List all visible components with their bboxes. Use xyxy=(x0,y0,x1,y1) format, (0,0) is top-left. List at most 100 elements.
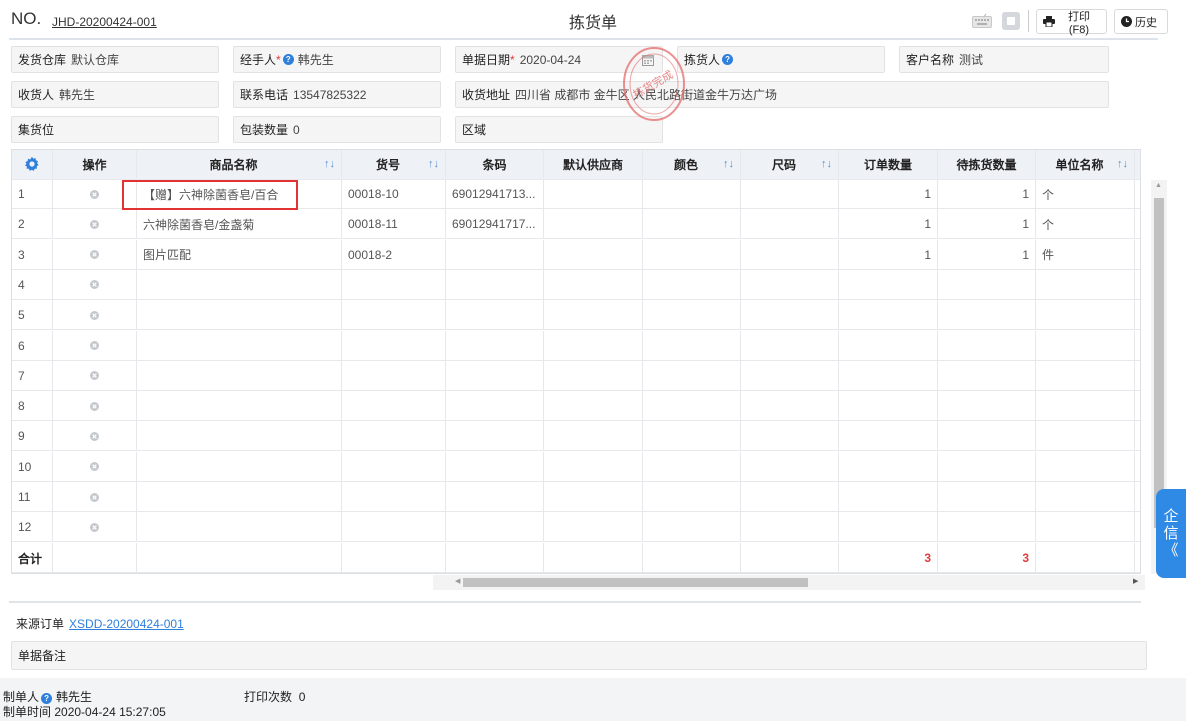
warehouse-field[interactable]: 发货仓库 默认仓库 xyxy=(11,46,219,73)
cell-color[interactable] xyxy=(643,391,741,422)
cell-pick-qty[interactable] xyxy=(938,391,1036,422)
cell-unit[interactable] xyxy=(1036,451,1135,482)
cell-barcode[interactable] xyxy=(446,360,544,391)
delete-row-icon[interactable] xyxy=(90,189,99,199)
table-row[interactable]: 6 xyxy=(12,330,1140,361)
cell-color[interactable] xyxy=(643,482,741,512)
cell-pick-qty[interactable]: 1 xyxy=(938,179,1036,209)
side-chat-widget[interactable]: 企 信 《 xyxy=(1156,489,1186,578)
cell-pick-qty[interactable] xyxy=(938,512,1036,543)
cell-unit[interactable] xyxy=(1036,512,1135,543)
delete-row-icon[interactable] xyxy=(90,431,99,441)
cell-name[interactable] xyxy=(137,300,342,331)
history-button[interactable]: 历史 xyxy=(1114,9,1168,34)
delete-row-icon[interactable] xyxy=(90,401,99,411)
cell-color[interactable] xyxy=(643,330,741,361)
cell-barcode[interactable] xyxy=(446,391,544,422)
table-row[interactable]: 12 xyxy=(12,512,1140,543)
cell-unit[interactable] xyxy=(1036,330,1135,361)
cell-pick-qty[interactable] xyxy=(938,360,1036,391)
cell-unit[interactable] xyxy=(1036,421,1135,452)
cell-name[interactable] xyxy=(137,269,342,300)
delete-row-icon[interactable] xyxy=(90,280,99,290)
cell-unit[interactable] xyxy=(1036,300,1135,331)
cell-code[interactable] xyxy=(342,391,446,422)
cell-barcode[interactable]: 69012941713... xyxy=(446,179,544,209)
cell-supplier[interactable] xyxy=(544,209,643,240)
cell-op[interactable] xyxy=(53,209,137,240)
cell-op[interactable] xyxy=(53,360,137,391)
table-row[interactable]: 4 xyxy=(12,269,1140,300)
cell-size[interactable] xyxy=(741,209,839,240)
cell-supplier[interactable] xyxy=(544,179,643,209)
cell-size[interactable] xyxy=(741,179,839,209)
scroll-left-arrow[interactable]: ◀ xyxy=(455,577,460,585)
cell-name[interactable] xyxy=(137,391,342,422)
remark-field[interactable]: 单据备注 xyxy=(11,641,1147,670)
cell-supplier[interactable] xyxy=(544,512,643,543)
cell-op[interactable] xyxy=(53,269,137,300)
doc-date-field[interactable]: 单据日期 * 2020-04-24 xyxy=(455,46,663,73)
cell-name[interactable]: 图片匹配 xyxy=(137,239,342,270)
header-product-name[interactable]: 商品名称 ↑↓ xyxy=(137,150,342,178)
cell-color[interactable] xyxy=(643,300,741,331)
cell-barcode[interactable] xyxy=(446,482,544,512)
cell-name[interactable] xyxy=(137,330,342,361)
cell-name[interactable]: 【赠】六神除菌香皂/百合 xyxy=(137,179,342,209)
table-row[interactable]: 7 xyxy=(12,360,1140,391)
collect-position-field[interactable]: 集货位 xyxy=(11,116,219,143)
header-color[interactable]: 颜色 ↑↓ xyxy=(643,150,741,178)
cell-order-qty[interactable] xyxy=(839,512,938,543)
address-field[interactable]: 收货地址 四川省 成都市 金牛区 人民北路街道金牛万达广场 xyxy=(455,81,1109,108)
cell-name[interactable] xyxy=(137,482,342,512)
source-order-link[interactable]: XSDD-20200424-001 xyxy=(69,617,184,631)
cell-unit[interactable]: 件 xyxy=(1036,239,1135,270)
cell-order-qty[interactable] xyxy=(839,360,938,391)
cell-pick-qty[interactable] xyxy=(938,482,1036,512)
column-settings[interactable] xyxy=(12,150,53,178)
horizontal-scroll-thumb[interactable] xyxy=(463,578,808,587)
cell-pick-qty[interactable] xyxy=(938,300,1036,331)
cell-op[interactable] xyxy=(53,330,137,361)
cell-pick-qty[interactable] xyxy=(938,451,1036,482)
delete-row-icon[interactable] xyxy=(90,492,99,502)
fullscreen-icon[interactable] xyxy=(1001,11,1021,31)
table-row[interactable]: 5 xyxy=(12,300,1140,331)
scroll-up-arrow[interactable]: ▲ xyxy=(1155,182,1162,189)
delete-row-icon[interactable] xyxy=(90,219,99,229)
cell-supplier[interactable] xyxy=(544,482,643,512)
sort-icon[interactable]: ↑↓ xyxy=(324,158,335,170)
cell-pick-qty[interactable]: 1 xyxy=(938,239,1036,270)
cell-code[interactable] xyxy=(342,330,446,361)
cell-op[interactable] xyxy=(53,239,137,270)
receiver-field[interactable]: 收货人 韩先生 xyxy=(11,81,219,108)
cell-supplier[interactable] xyxy=(544,269,643,300)
delete-row-icon[interactable] xyxy=(90,250,99,260)
cell-code[interactable]: 00018-10 xyxy=(342,179,446,209)
cell-barcode[interactable] xyxy=(446,239,544,270)
cell-size[interactable] xyxy=(741,421,839,452)
cell-color[interactable] xyxy=(643,209,741,240)
cell-barcode[interactable] xyxy=(446,421,544,452)
doc-number[interactable]: JHD-20200424-001 xyxy=(52,15,157,29)
cell-op[interactable] xyxy=(53,300,137,331)
cell-order-qty[interactable] xyxy=(839,421,938,452)
cell-supplier[interactable] xyxy=(544,239,643,270)
cell-size[interactable] xyxy=(741,391,839,422)
print-button[interactable]: 打印(F8) xyxy=(1036,9,1107,36)
cell-order-qty[interactable] xyxy=(839,482,938,512)
cell-op[interactable] xyxy=(53,179,137,209)
cell-color[interactable] xyxy=(643,421,741,452)
calendar-icon[interactable] xyxy=(642,54,654,66)
delete-row-icon[interactable] xyxy=(90,371,99,381)
cell-color[interactable] xyxy=(643,451,741,482)
delete-row-icon[interactable] xyxy=(90,462,99,472)
table-row[interactable]: 3 图片匹配 00018-2 1 1 件 xyxy=(12,239,1140,270)
picker-field[interactable]: 拣货人 ? xyxy=(677,46,885,73)
cell-color[interactable] xyxy=(643,239,741,270)
cell-pick-qty[interactable] xyxy=(938,421,1036,452)
cell-barcode[interactable]: 69012941717... xyxy=(446,209,544,240)
cell-unit[interactable] xyxy=(1036,269,1135,300)
delete-row-icon[interactable] xyxy=(90,310,99,320)
delete-row-icon[interactable] xyxy=(90,522,99,532)
